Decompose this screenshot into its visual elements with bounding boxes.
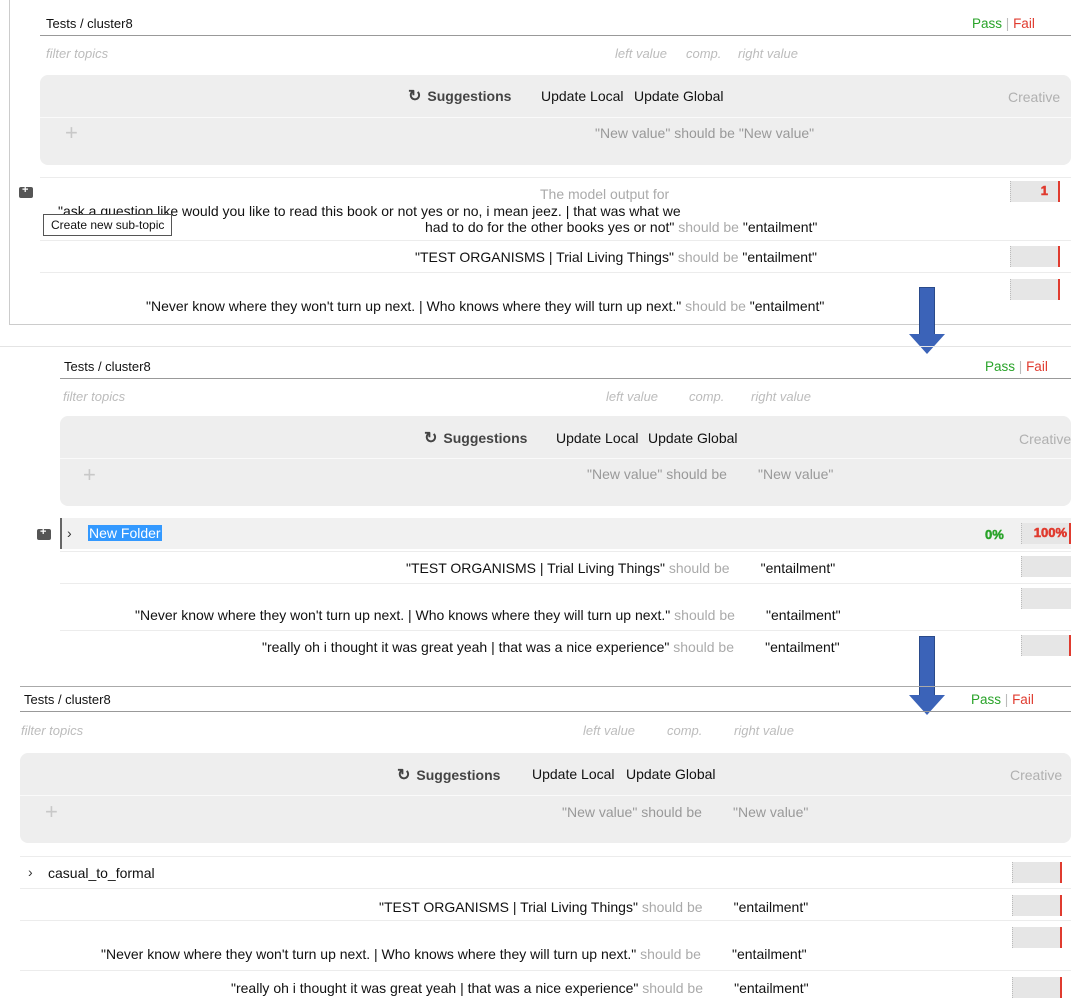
test-score[interactable]	[1021, 588, 1071, 609]
col-left-value: left value	[606, 389, 659, 404]
test-score[interactable]	[1021, 556, 1071, 577]
filter-topics-input[interactable]: filter topics	[46, 46, 108, 61]
test-row-organisms[interactable]: "TEST ORGANISMS | Trial Living Things" s…	[415, 249, 817, 265]
test-row-never-know[interactable]: "Never know where they won't turn up nex…	[146, 298, 824, 314]
filter-topics-input[interactable]: filter topics	[21, 723, 83, 738]
new-test-row[interactable]: "New value" should be "New value"	[562, 804, 808, 820]
suggestions-button[interactable]: ↻ Suggestions	[397, 765, 500, 785]
pass-fail-toggle: Pass | Fail	[971, 692, 1034, 707]
pass-label[interactable]: Pass	[972, 16, 1002, 31]
fail-percentage[interactable]: 100%	[1021, 523, 1071, 544]
new-folder-row[interactable]	[60, 518, 1071, 549]
update-local-button[interactable]: Update Local	[541, 88, 624, 104]
new-test-row[interactable]: "New value" should be "New value"	[595, 125, 814, 141]
test-row-never-know[interactable]: "Never know where they won't turn up nex…	[101, 946, 807, 962]
pass-fail-toggle: Pass | Fail	[985, 359, 1048, 374]
pass-percentage: 0%	[985, 527, 1004, 543]
refresh-icon: ↻	[397, 767, 411, 784]
col-comp: comp.	[686, 46, 722, 61]
test-score[interactable]	[1012, 895, 1062, 916]
test-score[interactable]	[1012, 977, 1062, 998]
new-subtopic-icon[interactable]	[37, 526, 51, 540]
down-arrow-1-head	[909, 334, 945, 354]
down-arrow-1	[919, 287, 935, 335]
new-folder-name-input[interactable]: New Folder	[88, 525, 162, 541]
subtopic-casual-to-formal[interactable]: casual_to_formal	[48, 865, 155, 881]
test-score[interactable]	[1012, 927, 1062, 948]
test-score[interactable]	[1010, 246, 1060, 267]
update-global-button[interactable]: Update Global	[634, 88, 724, 104]
col-comp: comp.	[689, 389, 725, 404]
test-score[interactable]	[1021, 635, 1071, 656]
fail-label[interactable]: Fail	[1012, 692, 1034, 707]
suggestions-button[interactable]: ↻ Suggestions	[424, 428, 527, 448]
breadcrumb[interactable]: Tests / cluster8	[64, 359, 151, 374]
add-test-plus-icon[interactable]: +	[83, 462, 96, 488]
test-score[interactable]: 1	[1010, 181, 1060, 202]
create-subtopic-tooltip: Create new sub-topic	[43, 214, 173, 236]
pass-fail-toggle: Pass | Fail	[972, 16, 1035, 31]
update-global-button[interactable]: Update Global	[626, 766, 716, 782]
breadcrumb-bar: Tests / cluster8 Pass | Fail	[60, 357, 1071, 379]
chevron-right-icon[interactable]: ›	[67, 525, 72, 541]
update-local-button[interactable]: Update Local	[556, 430, 639, 446]
test-row-really-oh[interactable]: "really oh i thought it was great yeah |…	[231, 980, 809, 996]
breadcrumb-bar: Tests / cluster8 Pass | Fail	[20, 690, 1071, 712]
col-right-value: right value	[734, 723, 794, 738]
test-row-organisms[interactable]: "TEST ORGANISMS | Trial Living Things" s…	[379, 899, 808, 915]
pass-label[interactable]: Pass	[985, 359, 1015, 374]
creative-dropdown[interactable]: Creative	[1008, 89, 1060, 105]
creative-dropdown[interactable]: Creative	[1019, 431, 1071, 447]
test-row-organisms[interactable]: "TEST ORGANISMS | Trial Living Things" s…	[406, 560, 835, 576]
fail-label[interactable]: Fail	[1026, 359, 1048, 374]
refresh-icon: ↻	[408, 88, 422, 105]
update-global-button[interactable]: Update Global	[648, 430, 738, 446]
test-row-never-know[interactable]: "Never know where they won't turn up nex…	[135, 607, 841, 623]
suggestions-button[interactable]: ↻ Suggestions	[408, 86, 511, 106]
new-test-row[interactable]: "New value" should be "New value"	[587, 466, 833, 482]
add-test-plus-icon[interactable]: +	[45, 799, 58, 825]
test-score[interactable]	[1010, 279, 1060, 300]
col-right-value: right value	[738, 46, 798, 61]
new-subtopic-icon[interactable]	[19, 184, 33, 198]
col-left-value: left value	[583, 723, 636, 738]
col-comp: comp.	[667, 723, 703, 738]
add-test-plus-icon[interactable]: +	[65, 120, 78, 146]
col-right-value: right value	[751, 389, 811, 404]
breadcrumb[interactable]: Tests / cluster8	[24, 692, 111, 707]
breadcrumb-bar: Tests / cluster8 Pass | Fail	[40, 14, 1071, 36]
chevron-right-icon[interactable]: ›	[28, 864, 33, 880]
filter-topics-input[interactable]: filter topics	[63, 389, 125, 404]
col-left-value: left value	[615, 46, 668, 61]
test-input-text-cont[interactable]: had to do for the other books yes or not…	[425, 219, 817, 235]
model-output-prefix: The model output for	[540, 186, 670, 202]
pass-label[interactable]: Pass	[971, 692, 1001, 707]
creative-dropdown[interactable]: Creative	[1010, 767, 1062, 783]
update-local-button[interactable]: Update Local	[532, 766, 615, 782]
test-score[interactable]	[1012, 862, 1062, 883]
fail-label[interactable]: Fail	[1013, 16, 1035, 31]
down-arrow-2	[919, 636, 935, 696]
refresh-icon: ↻	[424, 430, 438, 447]
test-row-really-oh[interactable]: "really oh i thought it was great yeah |…	[262, 639, 840, 655]
breadcrumb[interactable]: Tests / cluster8	[46, 16, 133, 31]
